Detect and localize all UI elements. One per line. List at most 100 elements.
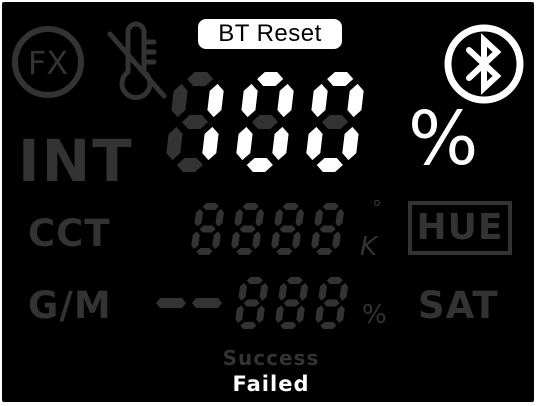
bluetooth-icon[interactable]	[442, 22, 526, 106]
sat-label: SAT	[418, 284, 499, 327]
cct-digit-2-segment-c	[252, 231, 261, 249]
cct-digit-1-segment-f	[194, 208, 203, 227]
cct-digit-3-segment-g	[279, 225, 296, 233]
cct-digit-4-segment-b	[335, 208, 344, 227]
main-digit-1	[166, 72, 224, 172]
gm-digit-2	[275, 277, 308, 329]
cct-digit-3-segment-f	[274, 208, 283, 227]
main-digit-2-segment-c	[272, 126, 289, 161]
cct-digit-2-segment-d	[236, 248, 253, 255]
main-digit-3-segment-c	[342, 126, 359, 161]
main-digit-1-segment-f	[171, 83, 188, 118]
hue-label: HUE	[416, 207, 504, 248]
cct-digit-1-segment-d	[196, 248, 213, 255]
gm-digit-2-segment-g	[283, 299, 300, 307]
gm-digit-1-segment-d	[240, 322, 257, 329]
svg-text:FX: FX	[28, 44, 68, 82]
cct-digit-3-segment-b	[295, 208, 304, 227]
cct-digit-3-segment-d	[276, 248, 293, 255]
cct-digit-1-segment-b	[215, 208, 224, 227]
cct-digit-3-segment-a	[282, 203, 299, 210]
gm-digit-3-segment-a	[326, 277, 343, 284]
gm-digit-3-segment-e	[315, 305, 324, 323]
gm-seven-segment-display	[235, 277, 348, 329]
cct-digit-1-segment-g	[199, 225, 216, 233]
main-digit-2-segment-f	[241, 83, 258, 118]
failed-status-label: Failed	[232, 372, 310, 396]
gm-label: G/M	[28, 284, 112, 327]
cct-digit-3-segment-e	[271, 231, 280, 249]
main-seven-segment-display	[166, 72, 364, 172]
main-digit-2	[236, 72, 294, 172]
cct-digit-1-segment-c	[212, 231, 221, 249]
gm-digit-1-segment-a	[246, 277, 263, 284]
main-digit-1-segment-g	[181, 115, 209, 129]
gm-digit-3	[315, 277, 348, 329]
gm-digit-3-segment-f	[318, 282, 327, 301]
cct-digit-1-segment-a	[202, 203, 219, 210]
cct-digit-1-segment-e	[191, 231, 200, 249]
cct-digit-2-segment-a	[242, 203, 259, 210]
cct-digit-4-segment-f	[314, 208, 323, 227]
cct-digit-4-segment-a	[322, 203, 339, 210]
main-digit-3-segment-g	[321, 115, 349, 129]
main-digit-1-segment-a	[187, 72, 214, 86]
cct-digit-4-segment-e	[311, 231, 320, 249]
gm-digit-2-segment-e	[275, 305, 284, 323]
main-digit-1-segment-e	[166, 126, 183, 161]
main-digit-3-segment-d	[316, 158, 343, 172]
lcd-screen: FX BT Reset % INT CCT ° K HUE G/M % SAT …	[2, 2, 534, 402]
main-digit-3-segment-f	[311, 83, 328, 118]
cct-digit-1	[191, 203, 224, 255]
main-digit-2-segment-b	[277, 83, 294, 118]
cct-digit-3-segment-c	[292, 231, 301, 249]
gm-minus-segments	[156, 298, 222, 308]
kelvin-unit: K	[360, 232, 378, 262]
main-digit-2-segment-d	[246, 158, 273, 172]
fx-circle-icon: FX	[12, 26, 84, 98]
main-digit-3	[306, 72, 364, 172]
main-digit-2-segment-e	[236, 126, 253, 161]
main-digit-1-segment-b	[207, 83, 224, 118]
main-digit-1-segment-d	[176, 158, 203, 172]
gm-digit-1-segment-b	[259, 282, 268, 301]
int-mode-label: INT	[18, 127, 134, 195]
cct-digit-2-segment-f	[234, 208, 243, 227]
cct-digit-2	[231, 203, 264, 255]
gm-digit-3-segment-g	[323, 299, 340, 307]
main-digit-2-segment-a	[257, 72, 284, 86]
gm-digit-3-segment-b	[339, 282, 348, 301]
hue-box: HUE	[408, 201, 512, 255]
gm-digit-3-segment-d	[320, 322, 337, 329]
gm-digit-1-segment-c	[256, 305, 265, 323]
main-percent-unit: %	[408, 96, 479, 182]
cct-digit-4-segment-c	[332, 231, 341, 249]
main-digit-3-segment-a	[327, 72, 354, 86]
cct-digit-2-segment-g	[239, 225, 256, 233]
gm-digit-1-segment-g	[243, 299, 260, 307]
gm-digit-3-segment-c	[336, 305, 345, 323]
bt-reset-button[interactable]: BT Reset	[198, 19, 342, 49]
cct-digit-2-segment-b	[255, 208, 264, 227]
cct-digit-2-segment-e	[231, 231, 240, 249]
cct-digit-3	[271, 203, 304, 255]
gm-digit-2-segment-a	[286, 277, 303, 284]
gm-digit-1	[235, 277, 268, 329]
gm-digit-2-segment-d	[280, 322, 297, 329]
main-digit-2-segment-g	[251, 115, 279, 129]
cct-digit-4	[311, 203, 344, 255]
degree-symbol: °	[372, 196, 382, 220]
cct-seven-segment-display	[191, 203, 344, 255]
success-status-label: Success	[222, 346, 320, 370]
cct-digit-4-segment-d	[316, 248, 333, 255]
gm-digit-1-segment-f	[238, 282, 247, 301]
gm-digit-2-segment-c	[296, 305, 305, 323]
gm-digit-2-segment-b	[299, 282, 308, 301]
gm-digit-2-segment-f	[278, 282, 287, 301]
gm-digit-1-segment-e	[235, 305, 244, 323]
cct-label: CCT	[28, 212, 111, 255]
main-digit-1-segment-c	[202, 126, 219, 161]
gm-percent-unit: %	[362, 300, 387, 330]
main-digit-3-segment-e	[306, 126, 323, 161]
main-digit-3-segment-b	[347, 83, 364, 118]
